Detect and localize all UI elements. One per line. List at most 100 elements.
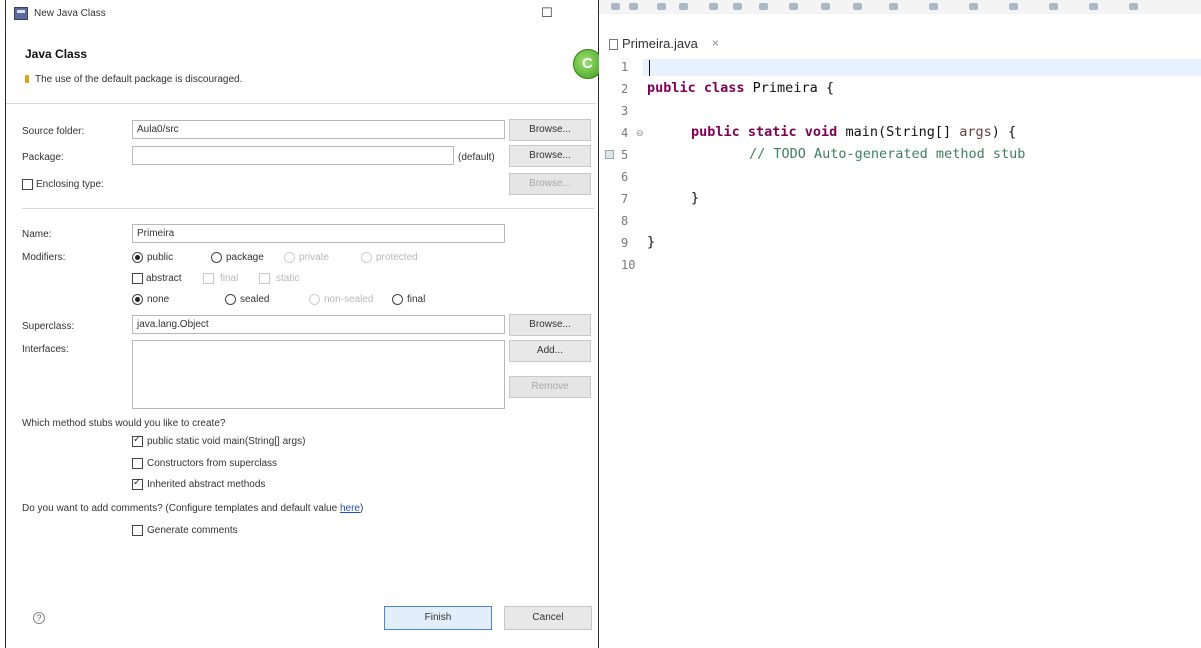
- code-text: Primeira {: [744, 80, 834, 96]
- sealing-final-label: final: [407, 294, 426, 305]
- modifier-static-label: static: [276, 273, 300, 284]
- sealing-sealed-label: sealed: [240, 294, 270, 305]
- toolbar-icon[interactable]: [657, 3, 666, 10]
- sealing-final-radio[interactable]: [392, 294, 403, 305]
- code-line-9[interactable]: }: [647, 234, 655, 250]
- current-line-highlight: [643, 59, 1201, 76]
- interfaces-add-button[interactable]: Add...: [509, 340, 591, 362]
- toolbar-icon[interactable]: [789, 3, 798, 10]
- line-number: 1: [621, 60, 629, 74]
- modifier-static-checkbox[interactable]: [259, 273, 270, 284]
- line-number: 3: [621, 104, 629, 118]
- enclosing-type-browse-button[interactable]: Browse...: [509, 173, 591, 195]
- line-number: 10: [621, 258, 636, 272]
- toolbar-icon[interactable]: [821, 3, 830, 10]
- toolbar-icon[interactable]: [889, 3, 898, 10]
- toolbar-icon[interactable]: [969, 3, 978, 10]
- toolbar-icon[interactable]: [709, 3, 718, 10]
- method-stubs-question: Which method stubs would you like to cre…: [22, 418, 226, 429]
- line-number: 7: [621, 192, 629, 206]
- modifier-protected-radio[interactable]: [361, 252, 372, 263]
- package-field[interactable]: [132, 146, 454, 165]
- toolbar-icon[interactable]: [1049, 3, 1058, 10]
- toolbar-icon[interactable]: [853, 3, 862, 10]
- sealing-sealed-radio[interactable]: [225, 294, 236, 305]
- configure-templates-link[interactable]: here: [340, 503, 360, 514]
- toolbar-icon[interactable]: [1009, 3, 1018, 10]
- dialog-title: New Java Class: [34, 8, 106, 19]
- toolbar-icon[interactable]: [759, 3, 768, 10]
- code-line-5-comment[interactable]: // TODO Auto-generated method stub: [749, 146, 1025, 162]
- modifier-abstract-checkbox[interactable]: [132, 273, 143, 284]
- toolbar-icon[interactable]: [929, 3, 938, 10]
- modifiers-label: Modifiers:: [22, 252, 66, 263]
- code-text: ) {: [991, 124, 1017, 140]
- editor-tab-bar: Primeira.java ×: [599, 33, 1201, 58]
- maximize-icon[interactable]: ☐: [540, 6, 554, 20]
- header-divider: [6, 103, 596, 104]
- package-label: Package:: [22, 152, 64, 163]
- dialog-title-bar: New Java Class ☐: [6, 4, 596, 24]
- java-editor: Primeira.java × ⊖ 1 2 3 4 5 6 7 8 9 10 p…: [599, 0, 1201, 410]
- stub-main-label: public static void main(String[] args): [147, 436, 306, 447]
- stub-inherited-abstract-label: Inherited abstract methods: [147, 479, 266, 490]
- source-folder-label: Source folder:: [22, 126, 85, 137]
- toolbar-strip: [599, 0, 1201, 14]
- modifier-abstract-label: abstract: [146, 273, 182, 284]
- sealing-none-radio[interactable]: [132, 294, 143, 305]
- line-number: 8: [621, 214, 629, 228]
- source-folder-field[interactable]: Aula0/src: [132, 120, 505, 139]
- modifier-protected-label: protected: [376, 252, 418, 263]
- sealing-none-label: none: [147, 294, 170, 305]
- code-line-7[interactable]: }: [691, 190, 699, 206]
- line-number: 6: [621, 170, 629, 184]
- cancel-button[interactable]: Cancel: [504, 606, 592, 630]
- sealing-non-sealed-radio[interactable]: [309, 294, 320, 305]
- code-text: main(String[]: [837, 124, 960, 140]
- superclass-field[interactable]: java.lang.Object: [132, 315, 505, 334]
- interfaces-list[interactable]: [132, 340, 505, 409]
- package-default-hint: (default): [458, 152, 495, 163]
- generate-comments-checkbox[interactable]: [132, 525, 143, 536]
- eclipse-window-icon: [14, 7, 28, 20]
- interfaces-remove-button[interactable]: Remove: [509, 376, 591, 398]
- modifier-final-checkbox[interactable]: [203, 273, 214, 284]
- parameter-name: args: [959, 124, 992, 140]
- toolbar-icon[interactable]: [629, 3, 638, 10]
- interfaces-label: Interfaces:: [22, 344, 69, 355]
- modifier-package-label: package: [226, 252, 264, 263]
- modifier-private-radio[interactable]: [284, 252, 295, 263]
- toolbar-icon[interactable]: [679, 3, 688, 10]
- stub-constructors-checkbox[interactable]: [132, 458, 143, 469]
- code-line-2[interactable]: public class Primeira {: [647, 80, 834, 96]
- page-title: Java Class: [25, 47, 88, 61]
- superclass-browse-button[interactable]: Browse...: [509, 314, 591, 336]
- warning-text: The use of the default package is discou…: [35, 74, 243, 85]
- help-icon[interactable]: ?: [33, 612, 45, 624]
- modifier-package-radio[interactable]: [211, 252, 222, 263]
- line-number: 9: [621, 236, 629, 250]
- toolbar-icon[interactable]: [611, 3, 620, 10]
- modifier-private-label: private: [299, 252, 330, 263]
- modifier-public-radio[interactable]: [132, 252, 143, 263]
- enclosing-type-checkbox[interactable]: [22, 179, 33, 190]
- toolbar-icon[interactable]: [1129, 3, 1138, 10]
- comments-question-end: ): [359, 503, 364, 514]
- tab-label: Primeira.java: [622, 36, 698, 51]
- sealing-non-sealed-label: non-sealed: [324, 294, 374, 305]
- line-number: 5: [621, 148, 629, 162]
- source-folder-browse-button[interactable]: Browse...: [509, 119, 591, 141]
- stub-main-checkbox[interactable]: [132, 434, 143, 447]
- text-caret: [649, 60, 650, 76]
- class-name-field[interactable]: Primeira: [132, 224, 505, 243]
- close-icon[interactable]: ×: [712, 36, 719, 50]
- line-number: 2: [621, 82, 629, 96]
- stub-inherited-abstract-checkbox[interactable]: [132, 477, 143, 490]
- code-line-4[interactable]: public static void main(String[] args) {: [691, 124, 1016, 140]
- package-browse-button[interactable]: Browse...: [509, 145, 591, 167]
- generate-comments-label: Generate comments: [147, 525, 238, 536]
- toolbar-icon[interactable]: [1089, 3, 1098, 10]
- enclosing-type-label: Enclosing type:: [36, 179, 104, 190]
- finish-button[interactable]: Finish: [384, 606, 492, 630]
- toolbar-icon[interactable]: [733, 3, 742, 10]
